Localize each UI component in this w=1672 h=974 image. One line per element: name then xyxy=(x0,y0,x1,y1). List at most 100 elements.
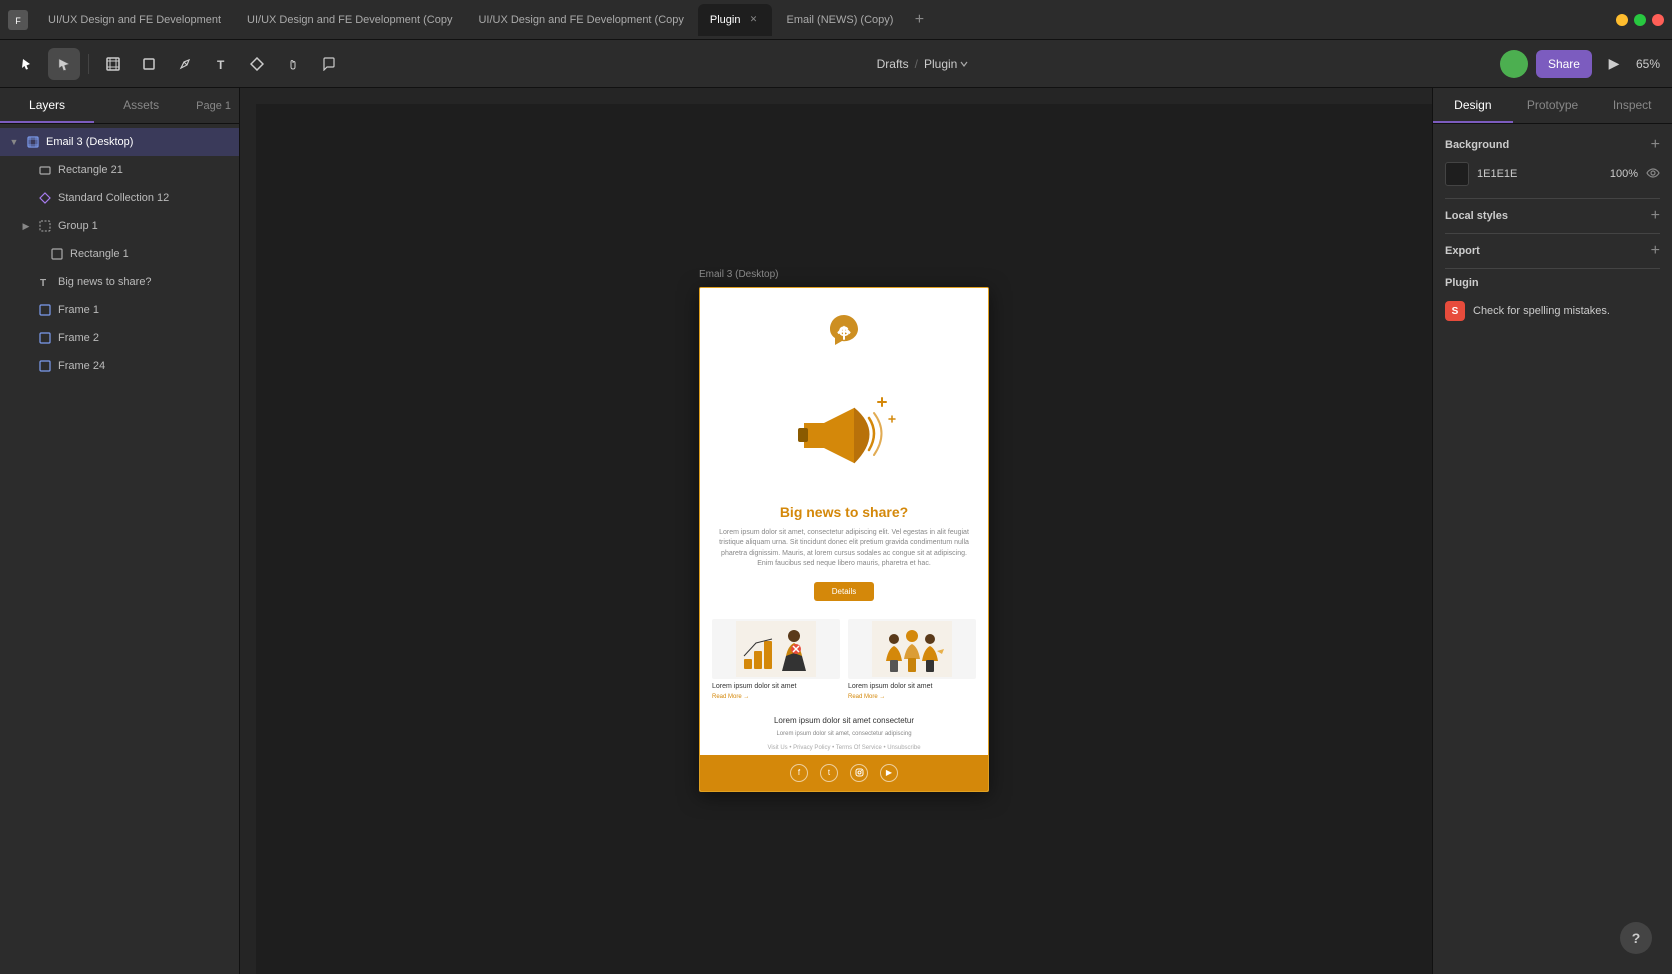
app-icon: F xyxy=(8,10,28,30)
avatar[interactable] xyxy=(1500,50,1528,78)
pen-tool[interactable] xyxy=(169,48,201,80)
new-tab-button[interactable]: + xyxy=(907,8,931,32)
twitter-icon[interactable]: t xyxy=(820,764,838,782)
tab-uiux3[interactable]: UI/UX Design and FE Development (Copy xyxy=(466,4,695,36)
expand-icon xyxy=(20,276,32,288)
card-link-2[interactable]: Read More → xyxy=(848,694,976,700)
expand-icon[interactable]: ▶ xyxy=(20,220,32,232)
ruler-vertical xyxy=(240,88,256,974)
plugin-item-label: Check for spelling mistakes. xyxy=(1473,305,1610,317)
tab-prototype[interactable]: Prototype xyxy=(1513,88,1593,123)
shape-tool[interactable] xyxy=(133,48,165,80)
local-styles-add[interactable]: + xyxy=(1651,207,1660,225)
left-panel: Layers Assets Page 1 ▼ Email 3 (Desktop)… xyxy=(0,88,240,974)
tab-assets[interactable]: Assets xyxy=(94,88,188,123)
layer-stdcoll[interactable]: Standard Collection 12 xyxy=(0,184,239,212)
card-link-1[interactable]: Read More → xyxy=(712,694,840,700)
select-tool[interactable] xyxy=(48,48,80,80)
tab-uiux2[interactable]: UI/UX Design and FE Development (Copy xyxy=(235,4,464,36)
tab-plugin[interactable]: Plugin ✕ xyxy=(698,4,773,36)
background-hex[interactable]: 1E1E1E xyxy=(1477,168,1590,180)
plugin-spell-check[interactable]: S Check for spelling mistakes. xyxy=(1445,297,1660,325)
layer-frame2[interactable]: Frame 2 xyxy=(0,324,239,352)
layer-name-group1: Group 1 xyxy=(58,220,231,232)
layer-rect21[interactable]: Rectangle 21 xyxy=(0,156,239,184)
frame-tool[interactable] xyxy=(97,48,129,80)
email-social-bar: f t ▶ xyxy=(700,755,988,791)
page-label[interactable]: Page 1 xyxy=(188,88,239,123)
email-footer-sub: Lorem ipsum dolor sit amet, consectetur … xyxy=(700,729,988,741)
layer-name-stdcoll: Standard Collection 12 xyxy=(58,192,231,204)
layer-frame1[interactable]: Frame 1 xyxy=(0,296,239,324)
close-button[interactable] xyxy=(1652,14,1664,26)
background-opacity[interactable]: 100% xyxy=(1598,168,1638,180)
instagram-icon[interactable] xyxy=(850,764,868,782)
tab-uiux1[interactable]: UI/UX Design and FE Development xyxy=(36,4,233,36)
tab-email[interactable]: Email (NEWS) (Copy) xyxy=(774,4,905,36)
expand-icon xyxy=(20,360,32,372)
right-panel-tabs: Design Prototype Inspect xyxy=(1433,88,1672,124)
toolbar-separator xyxy=(88,54,89,74)
move-tool[interactable] xyxy=(12,48,44,80)
frame-icon xyxy=(38,359,52,373)
rect-icon xyxy=(38,163,52,177)
layer-bignews[interactable]: T Big news to share? xyxy=(0,268,239,296)
tab-close-icon[interactable]: ✕ xyxy=(746,13,760,27)
minimize-button[interactable] xyxy=(1616,14,1628,26)
email-footer-title: Lorem ipsum dolor sit amet consectetur xyxy=(700,708,988,729)
background-color-swatch[interactable] xyxy=(1445,162,1469,186)
breadcrumb-plugin[interactable]: Plugin xyxy=(924,57,968,71)
layers-panel: ▼ Email 3 (Desktop) Rectangle 21 xyxy=(0,124,239,974)
hand-tool[interactable] xyxy=(277,48,309,80)
layer-group1[interactable]: ▶ Group 1 xyxy=(0,212,239,240)
maximize-button[interactable] xyxy=(1634,14,1646,26)
ruler-horizontal xyxy=(240,88,1432,104)
export-section-header: Export + xyxy=(1445,242,1660,260)
svg-text:G: G xyxy=(839,323,850,339)
youtube-icon[interactable]: ▶ xyxy=(880,764,898,782)
email-frame-wrapper[interactable]: Email 3 (Desktop) G xyxy=(699,287,989,792)
background-row: 1E1E1E 100% xyxy=(1445,162,1660,186)
divider3 xyxy=(1445,268,1660,269)
tab-bar: UI/UX Design and FE Development UI/UX De… xyxy=(36,0,1608,39)
export-add[interactable]: + xyxy=(1651,242,1660,260)
zoom-level[interactable]: 65% xyxy=(1636,57,1660,71)
tab-design[interactable]: Design xyxy=(1433,88,1513,123)
layer-email3[interactable]: ▼ Email 3 (Desktop) xyxy=(0,128,239,156)
tab-layers[interactable]: Layers xyxy=(0,88,94,123)
visibility-toggle[interactable] xyxy=(1646,167,1660,181)
email-hero xyxy=(700,368,988,498)
layer-name-frame24: Frame 24 xyxy=(58,360,231,372)
email-cards: Lorem ipsum dolor sit amet Read More → xyxy=(700,611,988,708)
email-logo: G xyxy=(819,308,869,358)
frame-label: Email 3 (Desktop) xyxy=(699,269,778,280)
svg-text:T: T xyxy=(40,278,46,288)
play-button[interactable]: ▶ xyxy=(1600,50,1628,78)
divider1 xyxy=(1445,198,1660,199)
frame-icon xyxy=(38,303,52,317)
facebook-icon[interactable]: f xyxy=(790,764,808,782)
expand-icon xyxy=(20,332,32,344)
share-button[interactable]: Share xyxy=(1536,50,1592,78)
canvas-area[interactable]: Email 3 (Desktop) G xyxy=(240,88,1432,974)
card-image-2 xyxy=(848,619,976,679)
email-header: G xyxy=(700,288,988,368)
layer-name-rect1: Rectangle 1 xyxy=(70,248,231,260)
email-footer-links: Visit Us • Privacy Policy • Terms Of Ser… xyxy=(700,741,988,755)
comment-tool[interactable] xyxy=(313,48,345,80)
layer-frame24[interactable]: Frame 24 xyxy=(0,352,239,380)
right-panel-content: Background + 1E1E1E 100% Local styles + xyxy=(1433,124,1672,974)
background-add-button[interactable]: + xyxy=(1651,136,1660,154)
text-tool[interactable]: T xyxy=(205,48,237,80)
expand-icon[interactable]: ▼ xyxy=(8,136,20,148)
tab-inspect[interactable]: Inspect xyxy=(1592,88,1672,123)
help-button[interactable]: ? xyxy=(1620,922,1652,954)
breadcrumb-drafts[interactable]: Drafts xyxy=(877,57,909,71)
plugin-label: Plugin xyxy=(1445,277,1479,289)
frame-icon xyxy=(26,135,40,149)
plugin-icon: S xyxy=(1445,301,1465,321)
components-tool[interactable] xyxy=(241,48,273,80)
main-area: Layers Assets Page 1 ▼ Email 3 (Desktop)… xyxy=(0,88,1672,974)
email-cta-button[interactable]: Details xyxy=(814,582,874,601)
layer-rect1[interactable]: Rectangle 1 xyxy=(0,240,239,268)
